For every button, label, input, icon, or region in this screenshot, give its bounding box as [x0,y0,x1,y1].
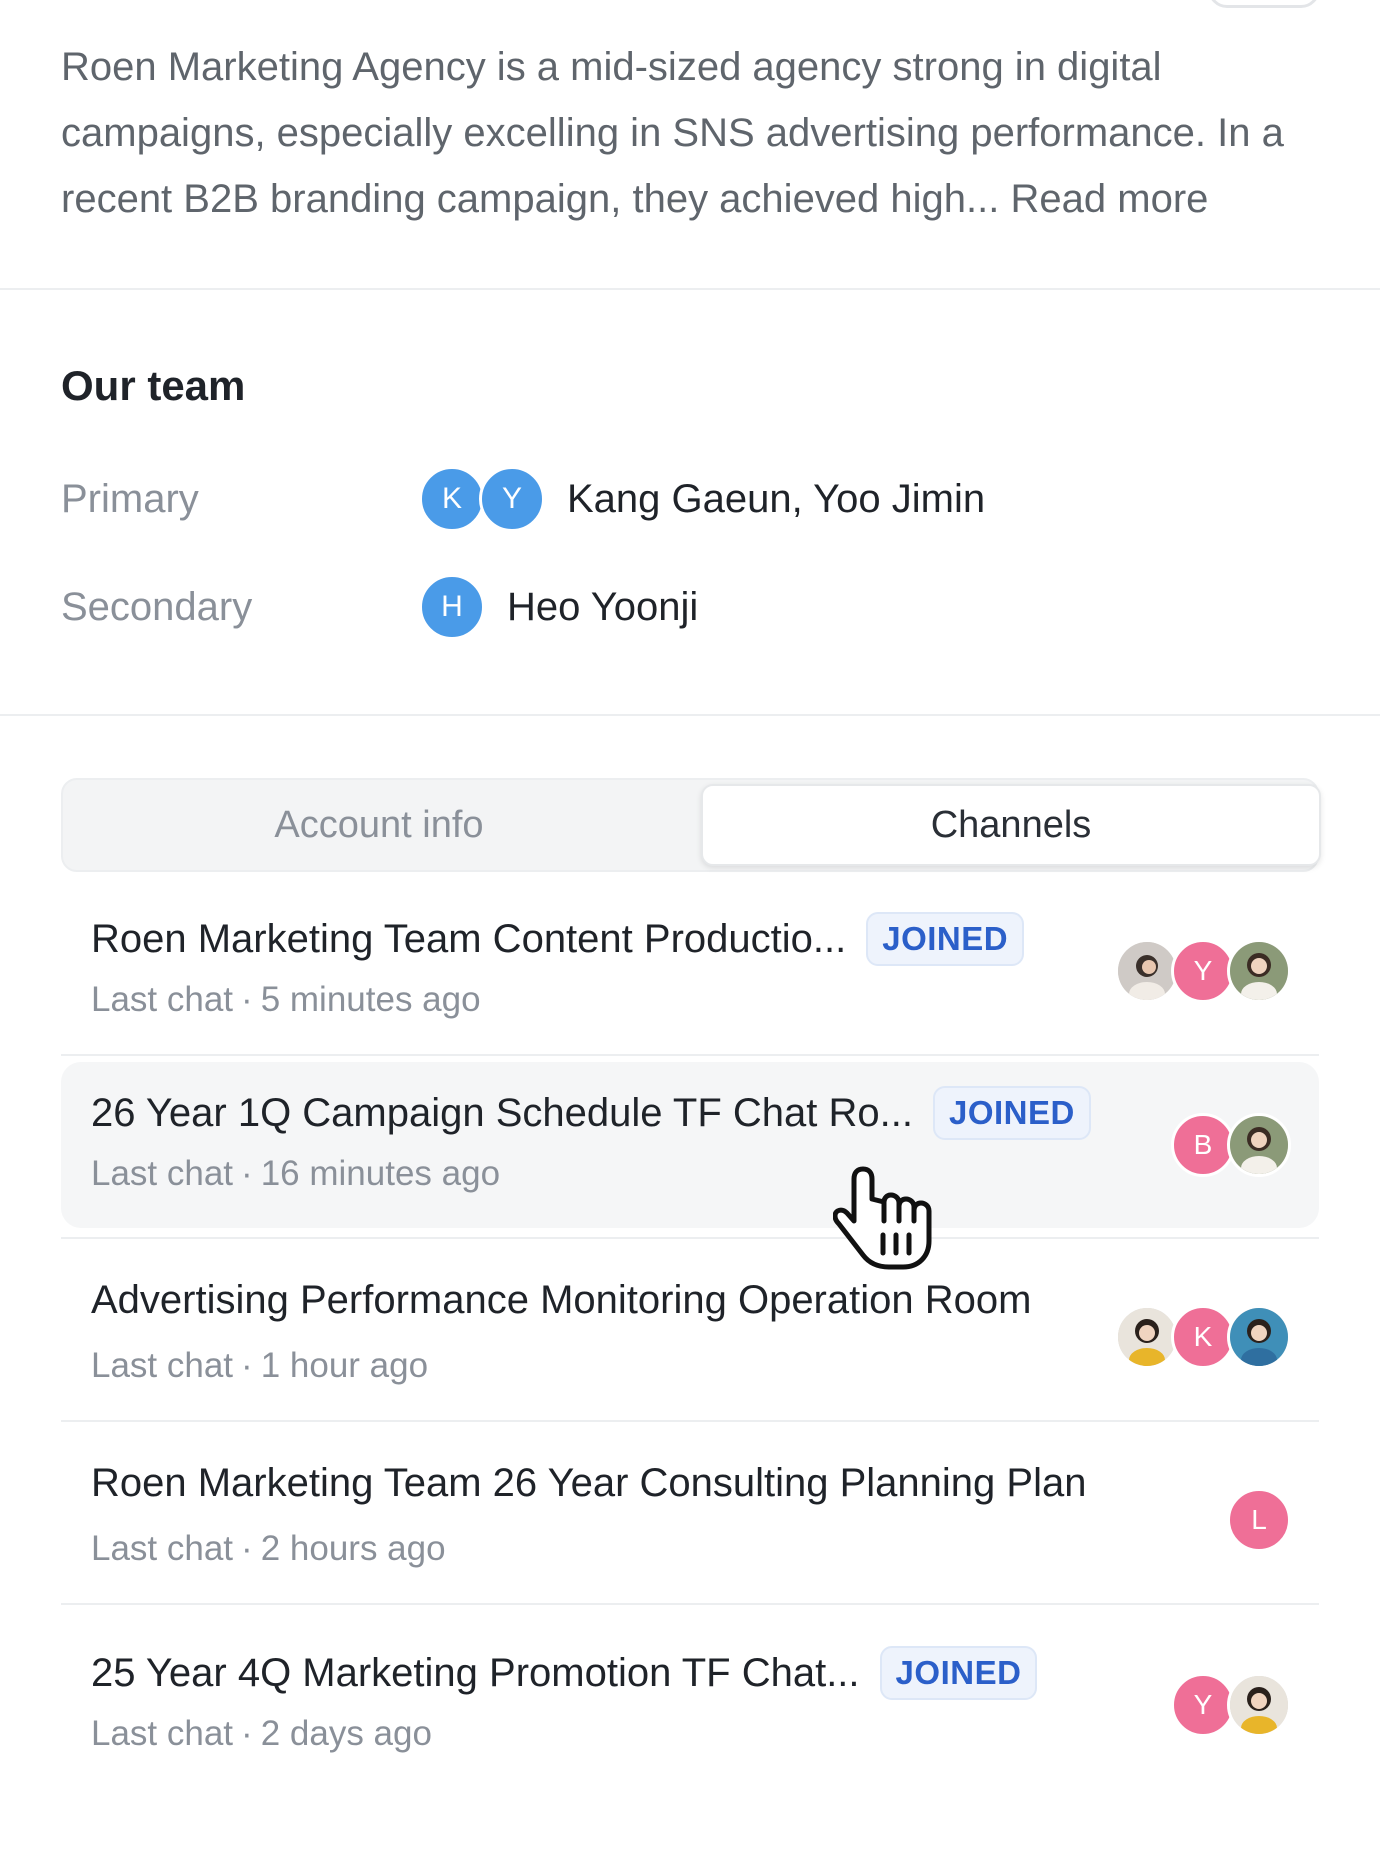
list-divider [61,1603,1319,1605]
list-divider [61,1420,1319,1422]
joined-badge: JOINED [866,912,1025,966]
last-chat-time: 5 minutes ago [260,980,481,1019]
section-divider [0,714,1380,716]
channel-title: 26 Year 1Q Campaign Schedule TF Chat Ro.… [91,1090,913,1135]
account-description: Roen Marketing Agency is a mid-sized age… [61,34,1329,232]
avatar [1115,939,1179,1003]
last-chat-time: 2 hours ago [260,1529,446,1568]
channel-title-row: Advertising Performance Monitoring Opera… [91,1278,1031,1323]
section-divider [0,288,1380,290]
avatar: H [419,574,485,640]
last-chat-label: Last chat [91,1714,234,1753]
channel-title: Roen Marketing Team 26 Year Consulting P… [91,1461,1087,1505]
avatar: B [1171,1113,1235,1177]
avatar [1227,939,1291,1003]
channel-title: Roen Marketing Team Content Productio... [91,916,847,961]
avatar [1227,1305,1291,1369]
channel-item[interactable]: Roen Marketing Team Content Productio...… [61,888,1319,1054]
secondary-names: Heo Yoonji [507,584,699,629]
hand-pointer-icon [833,1166,932,1270]
channel-item[interactable]: Roen Marketing Team 26 Year Consulting P… [61,1437,1319,1603]
channel-members: L [1227,1488,1291,1552]
top-pill-button[interactable] [1208,0,1320,8]
channel-last-chat: Last chat · 16 minutes ago [91,1154,501,1193]
secondary-label: Secondary [61,584,253,629]
avatar: Y [1171,939,1235,1003]
avatar [1227,1113,1291,1177]
channel-title-row: Roen Marketing Team Content Productio...… [91,912,1025,966]
last-chat-time: 16 minutes ago [260,1154,501,1193]
last-chat-label: Last chat [91,1154,234,1193]
primary-label: Primary [61,476,199,521]
channel-last-chat: Last chat · 5 minutes ago [91,980,481,1019]
last-chat-label: Last chat [91,1529,234,1568]
primary-members[interactable]: K Y Kang Gaeun, Yoo Jimin [419,466,985,532]
last-chat-time: 2 days ago [260,1714,432,1753]
avatar [1227,1673,1291,1737]
channel-title: 25 Year 4Q Marketing Promotion TF Chat..… [91,1650,860,1695]
joined-badge: JOINED [879,1646,1038,1700]
channel-members: B [1171,1113,1291,1177]
channel-members: Y [1115,939,1291,1003]
channel-item[interactable]: 25 Year 4Q Marketing Promotion TF Chat..… [61,1622,1319,1788]
last-chat-label: Last chat [91,980,234,1019]
channel-item[interactable]: 26 Year 1Q Campaign Schedule TF Chat Ro.… [61,1062,1319,1228]
list-divider [61,1054,1319,1056]
avatar: K [1171,1305,1235,1369]
channel-title-row: 26 Year 1Q Campaign Schedule TF Chat Ro.… [91,1086,1091,1140]
avatar: K [419,466,485,532]
channel-item[interactable]: Advertising Performance Monitoring Opera… [61,1254,1319,1420]
channel-title-row: Roen Marketing Team 26 Year Consulting P… [91,1461,1086,1506]
channel-title-row: 25 Year 4Q Marketing Promotion TF Chat..… [91,1646,1038,1700]
secondary-members[interactable]: H Heo Yoonji [419,574,698,640]
last-chat-label: Last chat [91,1346,234,1385]
tab-account-info[interactable]: Account info [69,784,689,866]
tab-bar: Account info Channels [61,778,1321,872]
avatar: L [1227,1488,1291,1552]
channel-title: Advertising Performance Monitoring Opera… [91,1278,1032,1322]
read-more-link[interactable]: Read more [1011,177,1209,221]
avatar [1115,1305,1179,1369]
list-divider [61,1237,1319,1239]
channel-members: Y [1171,1673,1291,1737]
channel-last-chat: Last chat · 1 hour ago [91,1346,429,1385]
channel-members: K [1115,1305,1291,1369]
primary-names: Kang Gaeun, Yoo Jimin [567,476,986,521]
avatar: Y [479,466,545,532]
team-title: Our team [61,362,246,409]
joined-badge: JOINED [932,1086,1091,1140]
avatar: Y [1171,1673,1235,1737]
last-chat-time: 1 hour ago [260,1346,429,1385]
channel-last-chat: Last chat · 2 hours ago [91,1529,446,1568]
tab-channels[interactable]: Channels [701,784,1321,866]
channel-last-chat: Last chat · 2 days ago [91,1714,432,1753]
